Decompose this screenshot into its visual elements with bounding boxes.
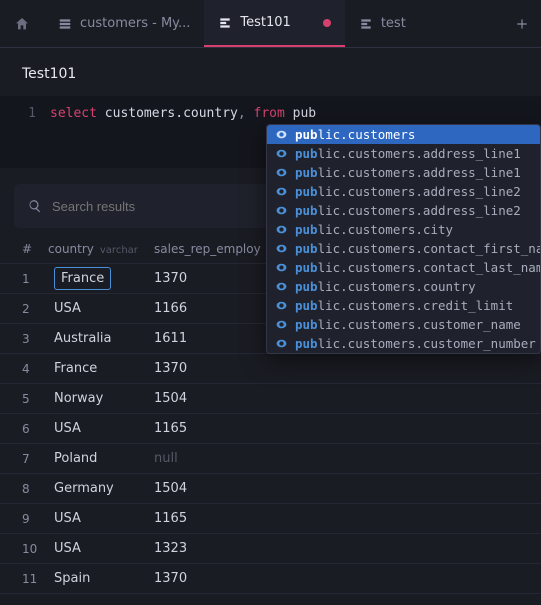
cell-country[interactable]: Australia [48,331,148,346]
code-line[interactable]: select customers.country, from pub [50,106,541,121]
autocomplete-item[interactable]: public.customers.customer_number [267,334,540,353]
column-icon [275,280,288,293]
table-row[interactable]: 10USA1323 [0,534,541,564]
page-title: Test101 [0,48,541,96]
table-row[interactable]: 11Spain1370 [0,564,541,594]
add-tab-button[interactable] [503,0,541,47]
autocomplete-item[interactable]: public.customers.city [267,220,540,239]
autocomplete-item[interactable]: public.customers.address_line2 [267,201,540,220]
column-icon [275,337,288,350]
tab-label: Test101 [240,15,290,30]
row-index: 8 [0,482,48,496]
column-icon [275,147,288,160]
column-icon [275,185,288,198]
tab-label: test [381,16,406,31]
col-index[interactable]: # [0,242,48,256]
autocomplete-item[interactable]: public.customers [267,125,540,144]
cell-country[interactable]: USA [48,421,148,436]
cell-country[interactable]: USA [48,511,148,526]
table-icon [58,17,72,31]
autocomplete-item[interactable]: public.customers.address_line1 [267,144,540,163]
column-icon [275,166,288,179]
query-icon [359,17,373,31]
autocomplete-item[interactable]: public.customers.credit_limit [267,296,540,315]
cell-country[interactable]: Norway [48,391,148,406]
column-icon [275,223,288,236]
autocomplete-item[interactable]: public.customers.address_line2 [267,182,540,201]
autocomplete-item[interactable]: public.customers.contact_last_name [267,258,540,277]
autocomplete-item[interactable]: public.customers.contact_first_name [267,239,540,258]
home-icon [14,16,30,32]
tab-test101[interactable]: Test101 [204,0,344,47]
row-index: 7 [0,452,48,466]
column-icon [275,299,288,312]
row-index: 4 [0,362,48,376]
table-row[interactable]: 5Norway1504 [0,384,541,414]
table-row[interactable]: 6USA1165 [0,414,541,444]
autocomplete-item[interactable]: public.customers.address_line1 [267,163,540,182]
cell-country[interactable]: Poland [48,451,148,466]
row-index: 6 [0,422,48,436]
column-icon [275,318,288,331]
row-index: 11 [0,572,48,586]
unsaved-indicator [323,19,331,27]
cell-sales-rep[interactable]: 1504 [148,391,541,406]
cell-country[interactable]: Spain [48,571,148,586]
cell-country[interactable]: USA [48,541,148,556]
search-icon [28,199,42,213]
table-row[interactable]: 4France1370 [0,354,541,384]
row-index: 2 [0,302,48,316]
cell-sales-rep[interactable]: 1165 [148,511,541,526]
row-index: 1 [0,272,48,286]
cell-country[interactable]: France [48,361,148,376]
cell-sales-rep[interactable]: 1165 [148,421,541,436]
table-row[interactable]: 8Germany1504 [0,474,541,504]
tab-test[interactable]: test [345,0,420,47]
cell-sales-rep[interactable]: 1370 [148,571,541,586]
query-icon [218,16,232,30]
cell-country[interactable]: USA [48,301,148,316]
table-row[interactable]: 7Polandnull [0,444,541,474]
col-country[interactable]: country varchar [48,242,148,256]
column-icon [275,242,288,255]
autocomplete-item[interactable]: public.customers.customer_name [267,315,540,334]
autocomplete-item[interactable]: public.customers.country [267,277,540,296]
tab-bar: customers - My... Test101 test [0,0,541,48]
cell-sales-rep[interactable]: null [148,451,541,466]
autocomplete-popup: public.customerspublic.customers.address… [266,124,541,354]
row-index: 5 [0,392,48,406]
table-row[interactable]: 9USA1165 [0,504,541,534]
line-number: 1 [0,106,50,121]
column-icon [275,261,288,274]
cell-sales-rep[interactable]: 1323 [148,541,541,556]
home-button[interactable] [0,0,44,47]
cell-country[interactable]: Germany [48,481,148,496]
column-icon [275,128,288,141]
row-index: 10 [0,542,48,556]
plus-icon [515,17,529,31]
row-index: 3 [0,332,48,346]
cell-sales-rep[interactable]: 1370 [148,361,541,376]
tab-label: customers - My... [80,16,190,31]
tab-customers[interactable]: customers - My... [44,0,204,47]
column-icon [275,204,288,217]
row-index: 9 [0,512,48,526]
cell-country[interactable]: France [48,271,148,286]
cell-sales-rep[interactable]: 1504 [148,481,541,496]
